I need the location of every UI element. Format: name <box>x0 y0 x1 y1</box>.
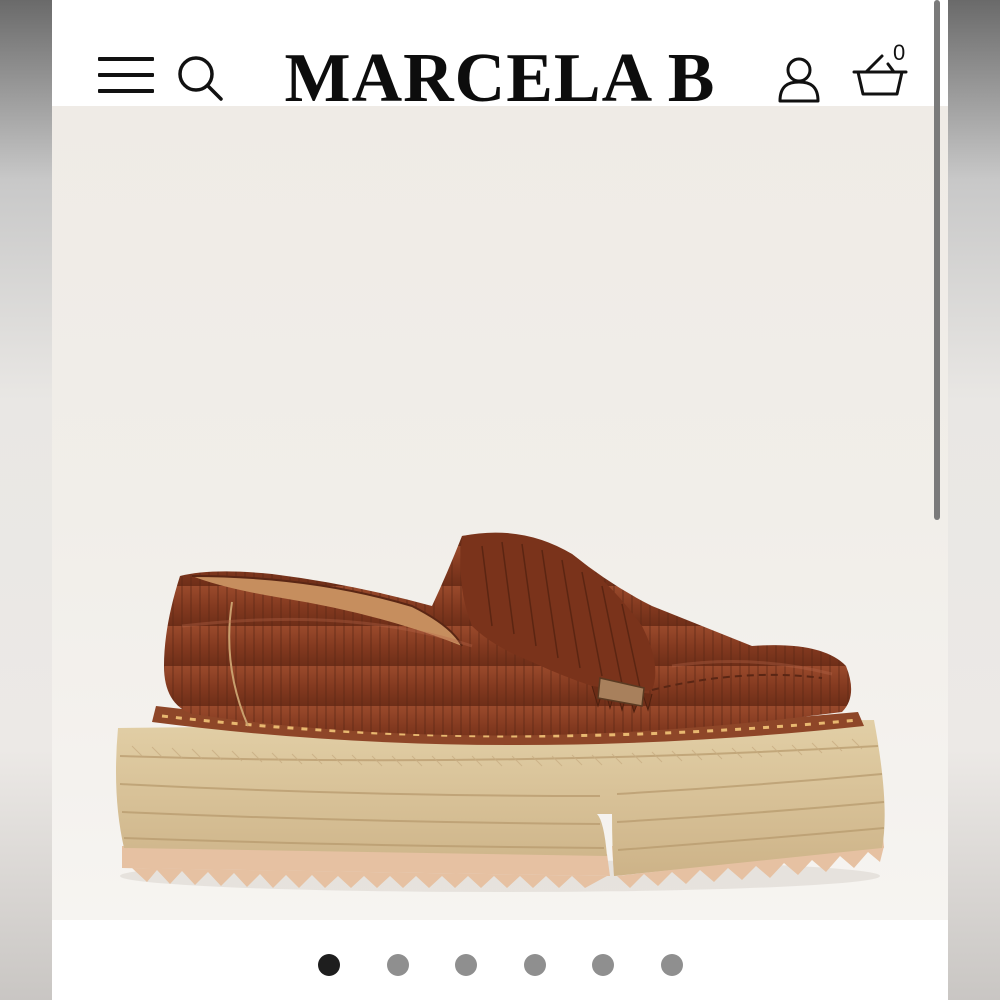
gallery-dot-4[interactable] <box>524 954 546 976</box>
gallery-pagination <box>52 950 948 980</box>
page-scrollbar[interactable] <box>934 0 940 520</box>
right-backdrop <box>948 0 1000 1000</box>
gallery-dot-3[interactable] <box>455 954 477 976</box>
menu-button[interactable] <box>96 54 156 100</box>
product-gallery[interactable] <box>52 106 948 920</box>
user-icon <box>778 57 820 103</box>
gallery-dot-6[interactable] <box>661 954 683 976</box>
hamburger-menu-icon <box>98 57 154 93</box>
product-image-espadrille-loafer <box>116 532 885 892</box>
screen: MARCELA B 0 <box>0 0 1000 1000</box>
account-button[interactable] <box>776 56 822 104</box>
site-header: MARCELA B 0 <box>52 0 948 114</box>
gallery-dot-1[interactable] <box>318 954 340 976</box>
left-backdrop <box>0 0 52 1000</box>
product-page: MARCELA B 0 <box>52 0 948 1000</box>
search-icon <box>178 56 223 101</box>
cart-button[interactable]: 0 <box>852 42 912 102</box>
gallery-dot-5[interactable] <box>592 954 614 976</box>
gallery-dot-2[interactable] <box>387 954 409 976</box>
cart-count-badge: 0 <box>893 40 906 65</box>
search-button[interactable] <box>176 54 224 102</box>
